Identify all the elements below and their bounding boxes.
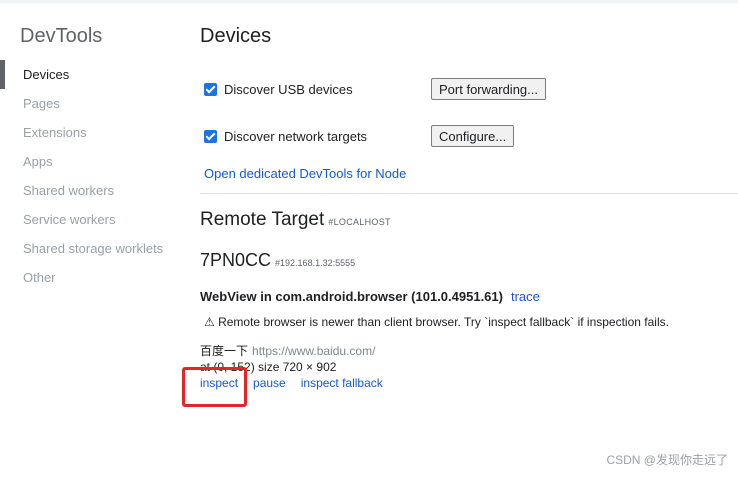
version-warning: ⚠ Remote browser is newer than client br… <box>204 315 669 329</box>
discover-network-row: Discover network targets <box>204 124 367 148</box>
pause-link[interactable]: pause <box>253 376 286 390</box>
browser-name: WebView in com.android.browser (101.0.49… <box>200 289 503 304</box>
remote-target-heading: Remote Target #LOCALHOST <box>200 209 391 231</box>
inspect-fallback-link[interactable]: inspect fallback <box>301 376 383 390</box>
sidebar-title: DevTools <box>20 25 103 47</box>
discover-network-checkbox[interactable] <box>204 129 217 143</box>
discover-network-label[interactable]: Discover network targets <box>224 129 367 144</box>
divider <box>200 193 738 194</box>
sidebar-item-pages[interactable]: Pages <box>0 89 178 118</box>
target-page-row: 百度一下 https://www.baidu.com/ <box>200 342 375 359</box>
remote-target-title: Remote Target <box>200 209 325 230</box>
remote-target-tag: #LOCALHOST <box>328 217 391 227</box>
sidebar-item-shared-storage-worklets[interactable]: Shared storage worklets <box>0 234 178 263</box>
main-panel: Devices Discover USB devices Port forwar… <box>200 0 738 480</box>
discover-usb-label[interactable]: Discover USB devices <box>224 82 353 97</box>
discover-usb-row: Discover USB devices <box>204 77 353 101</box>
page-title: Devices <box>200 25 272 47</box>
sidebar-item-other[interactable]: Other <box>0 263 178 292</box>
sidebar-item-apps[interactable]: Apps <box>0 147 178 176</box>
device-heading: 7PN0CC #192.168.1.32:5555 <box>200 250 355 271</box>
port-forwarding-button[interactable]: Port forwarding... <box>431 78 546 100</box>
discover-usb-checkbox[interactable] <box>204 82 217 96</box>
sidebar: DevTools Devices Pages Extensions Apps S… <box>0 0 178 480</box>
device-address: #192.168.1.32:5555 <box>275 258 356 268</box>
device-name: 7PN0CC <box>200 250 272 270</box>
sidebar-item-shared-workers[interactable]: Shared workers <box>0 176 178 205</box>
sidebar-item-extensions[interactable]: Extensions <box>0 118 178 147</box>
target-page-title: 百度一下 <box>200 344 249 358</box>
watermark: CSDN @发现你走远了 <box>606 453 728 467</box>
trace-link[interactable]: trace <box>511 289 540 304</box>
sidebar-item-service-workers[interactable]: Service workers <box>0 205 178 234</box>
target-page-url: https://www.baidu.com/ <box>252 344 376 358</box>
sidebar-item-devices[interactable]: Devices <box>0 60 178 89</box>
sidebar-nav: Devices Pages Extensions Apps Shared wor… <box>0 60 178 292</box>
open-node-devtools-link[interactable]: Open dedicated DevTools for Node <box>204 166 406 181</box>
configure-button[interactable]: Configure... <box>431 125 515 147</box>
highlight-box <box>182 367 247 407</box>
browser-row: WebView in com.android.browser (101.0.49… <box>200 289 540 304</box>
